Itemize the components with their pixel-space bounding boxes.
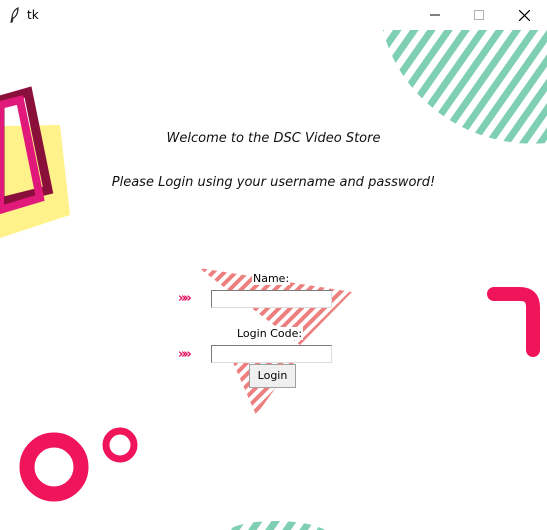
code-arrow-marker: »» (178, 347, 192, 362)
close-button[interactable] (501, 0, 547, 30)
login-button[interactable]: Login (249, 364, 296, 388)
feather-icon (10, 7, 19, 23)
minimize-button[interactable] (412, 0, 458, 30)
title-bar: tk (0, 0, 547, 30)
maximize-button[interactable] (456, 0, 502, 30)
pink-ring-small (102, 427, 138, 463)
maximize-icon (474, 10, 484, 20)
name-input[interactable] (211, 290, 332, 308)
welcome-heading: Welcome to the DSC Video Store (166, 131, 381, 146)
mint-stripe-shape-bottom (228, 521, 325, 530)
pink-ring-large (19, 432, 89, 502)
login-code-label: Login Code: (236, 327, 304, 340)
close-icon (518, 9, 530, 21)
login-code-input[interactable] (211, 345, 332, 363)
minimize-icon (430, 14, 440, 16)
mint-stripe-shape-top (383, 30, 547, 144)
name-label: Name: (252, 272, 291, 285)
login-instruction: Please Login using your username and pas… (111, 175, 436, 190)
name-arrow-marker: »» (178, 291, 192, 306)
main-canvas: Welcome to the DSC Video Store Please Lo… (0, 30, 547, 530)
pink-corner-bracket (487, 287, 540, 357)
window-title: tk (27, 8, 39, 22)
